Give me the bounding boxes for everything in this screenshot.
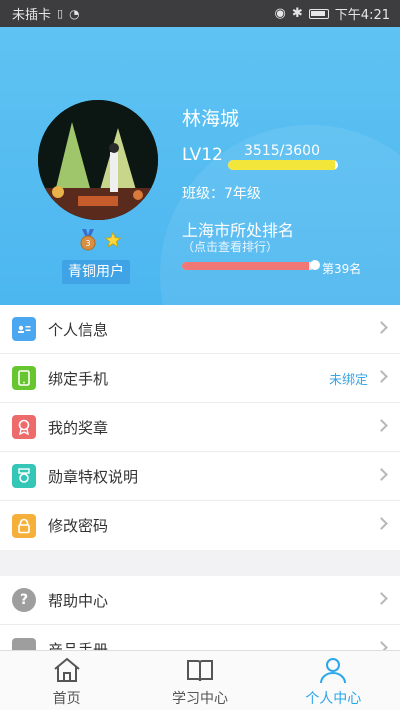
status-bar: 未插卡 ▯ ◔ ◉ ✱ 下午4:21	[0, 0, 400, 27]
wifi-icon: ◔	[69, 6, 80, 21]
menu-item-label: 绑定手机	[48, 369, 109, 388]
star-icon	[104, 231, 122, 248]
tab-personal-center[interactable]: 个人中心	[267, 651, 400, 710]
chevron-right-icon	[375, 419, 388, 432]
bottom-tab-bar: 首页 学习中心 个人中心	[0, 650, 400, 710]
menu-item-personal-info[interactable]: 个人信息	[0, 305, 400, 354]
medal-row: 3	[78, 229, 122, 251]
menu-item-label: 修改密码	[48, 517, 109, 535]
person-icon	[320, 658, 347, 684]
tab-label: 学习中心	[171, 691, 228, 707]
avatar-photo	[38, 100, 158, 220]
chevron-right-icon	[375, 321, 388, 334]
rank-text: 第39名	[322, 262, 362, 276]
home-icon	[54, 657, 80, 682]
rank-progress-fill	[182, 262, 309, 270]
svg-text:3: 3	[85, 239, 90, 248]
menu-item-medal-privileges[interactable]: 勋章特权说明	[0, 452, 400, 501]
book-icon	[186, 660, 213, 682]
settings-menu: 个人信息 绑定手机 未绑定 我的奖章 勋章特权说明 修改密码	[0, 305, 400, 550]
rank-progress-bar	[182, 262, 314, 270]
chevron-right-icon	[375, 370, 388, 383]
xp-progress-bar	[228, 160, 338, 170]
user-badge-title: 青铜用户	[62, 260, 130, 284]
medal-icon	[12, 415, 36, 439]
rank-title[interactable]: 上海市所处排名	[182, 217, 294, 241]
menu-item-change-password[interactable]: 修改密码	[0, 501, 400, 550]
rank-progress-knob	[310, 260, 320, 270]
eye-icon: ◉	[274, 6, 286, 21]
badge-icon	[12, 464, 36, 488]
carrier-text: 未插卡	[12, 8, 52, 23]
tab-label: 首页	[52, 691, 81, 707]
bronze-medal-icon: 3	[80, 229, 96, 251]
battery-icon	[308, 8, 329, 19]
clock-text: 下午4:21	[334, 8, 390, 23]
tab-study-center[interactable]: 学习中心	[133, 651, 266, 710]
menu-item-help-center[interactable]: ? 帮助中心	[0, 576, 400, 625]
menu-item-my-medals[interactable]: 我的奖章	[0, 403, 400, 452]
menu-item-label: 我的奖章	[48, 418, 109, 437]
chevron-right-icon	[375, 468, 388, 481]
profile-header: 3 青铜用户 林海城 LV12 3515/3600 班级：7年级 上海市所处排名…	[0, 27, 400, 305]
level-label: LV12	[182, 145, 223, 165]
user-name: 林海城	[182, 108, 240, 130]
tab-label: 个人中心	[305, 691, 362, 707]
bluetooth-icon: ✱	[291, 6, 303, 21]
lock-icon	[12, 513, 36, 538]
menu-item-bind-phone[interactable]: 绑定手机 未绑定	[0, 354, 400, 403]
sim-icon: ▯	[57, 7, 64, 20]
grade-label: 班级：7年级	[182, 186, 261, 202]
phone-icon	[12, 366, 36, 390]
tab-home[interactable]: 首页	[0, 651, 133, 710]
rank-hint[interactable]: （点击查看排行）	[182, 238, 278, 255]
phone-bind-status: 未绑定	[328, 372, 368, 388]
menu-item-label: 勋章特权说明	[48, 467, 139, 486]
avatar[interactable]	[38, 100, 158, 220]
chevron-right-icon	[375, 517, 388, 530]
xp-text: 3515/3600	[244, 143, 320, 159]
menu-item-label: 个人信息	[48, 320, 109, 339]
id-card-icon	[12, 317, 36, 341]
chevron-right-icon	[375, 592, 388, 605]
xp-progress-fill	[228, 160, 336, 170]
help-icon: ?	[12, 588, 36, 612]
menu-item-label: 帮助中心	[48, 591, 109, 610]
